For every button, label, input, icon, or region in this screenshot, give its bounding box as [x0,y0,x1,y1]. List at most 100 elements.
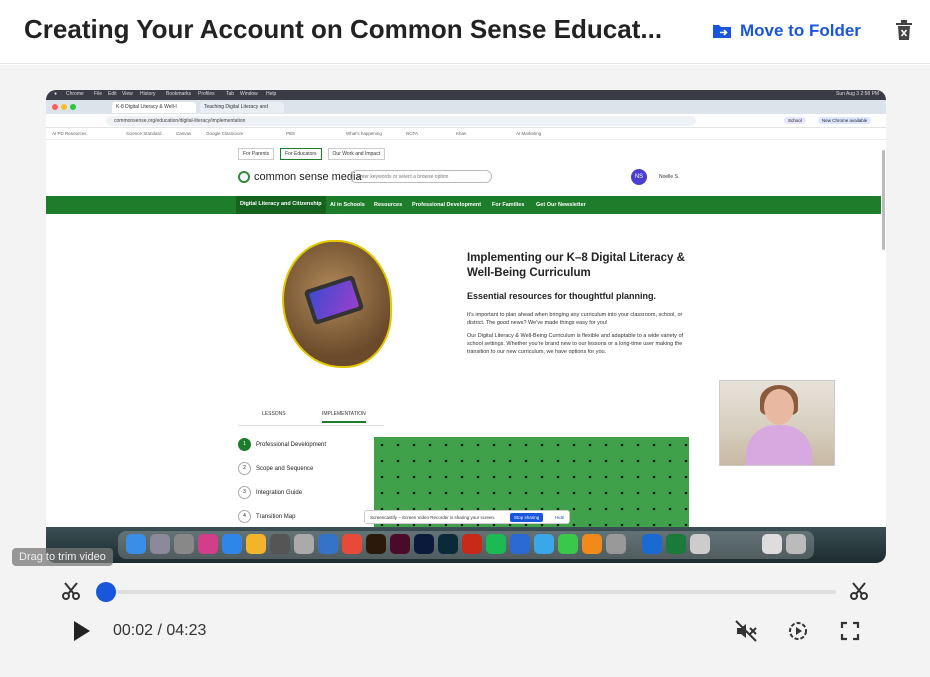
play-icon[interactable] [68,618,94,644]
video-frame[interactable]: ● Chrome File Edit View History Bookmark… [46,90,886,563]
step-label: Transition Map [256,513,296,520]
step-item: 3 Integration Guide [238,486,302,499]
site-header: For Parents For Educators Our Work and I… [46,140,886,198]
photoshop-icon [414,534,434,554]
address-bar: commonsense.org/education/digital-litera… [46,114,886,128]
site-audience-tabs: For Parents For Educators Our Work and I… [238,148,385,160]
hero-paragraph: It's important to plan ahead when bringi… [467,311,687,356]
site-nav-item: Professional Development [412,202,482,208]
time-display: 00:02 / 04:23 [113,622,207,639]
page-scrollbar [882,150,885,250]
site-nav-item: Resources [374,202,403,208]
playback-speed-icon[interactable] [786,619,810,643]
acrobat-icon [462,534,482,554]
fullscreen-icon[interactable] [838,619,862,643]
url-field: commonsense.org/education/digital-litera… [106,116,696,126]
browser-tab: K-8 Digital Literacy & Well-I [112,102,196,113]
bookmark: AI PD Resources [52,131,87,136]
timeline-playhead[interactable] [95,582,116,602]
spotify-icon [486,534,506,554]
bookmark: Google Classroom [206,131,244,136]
screen-share-bar: Screencastify – Screen Video Recorder is… [364,510,570,524]
step-label: Professional Development [256,441,327,448]
menubar-item: Edit [108,91,117,97]
step-item: 2 Scope and Sequence [238,462,313,475]
disk-utility-icon [690,534,710,554]
step-number: 3 [238,486,251,499]
site-nav: Digital Literacy and Citizenship AI in S… [46,196,881,214]
menubar-item: View [122,91,133,97]
preview-icon [606,534,626,554]
checkmark-logo-icon [238,171,250,183]
screencastify-icon [642,534,662,554]
keynote-icon [534,534,554,554]
timeline-track[interactable] [100,590,836,594]
lightroom-icon [438,534,458,554]
trash-icon[interactable] [893,18,915,42]
numbers-icon [558,534,578,554]
menubar-item: Tab [226,91,235,97]
browser-tab: Teaching Digital Literacy and [200,102,284,113]
settings-icon [174,534,194,554]
presenter-face [764,389,794,425]
safari-icon [222,534,242,554]
step-item: 4 Transition Map [238,510,295,523]
step-number: 1 [238,438,251,451]
move-to-folder-button[interactable]: Move to Folder [712,18,861,44]
chrome-icon [342,534,362,554]
mac-menubar: ● Chrome File Edit View History Bookmark… [46,90,886,100]
site-tab: Our Work and Impact [327,148,385,160]
bookmark: Canvas [176,131,192,136]
hero-subheading: Essential resources for thoughtful plann… [467,291,657,301]
trim-end-scissors-icon[interactable] [848,580,870,602]
menubar-item: History [140,91,156,97]
hero-heading: Implementing our K–8 Digital Literacy & … [467,252,685,279]
launchpad-icon [150,534,170,554]
bookmark: AI Marketing [516,131,542,136]
site-nav-item: For Families [492,202,525,208]
bookmark: What's happening [346,131,382,136]
close-window-icon [52,104,58,110]
video-page: Creating Your Account on Common Sense Ed… [0,0,930,677]
illustrator-icon [366,534,386,554]
creative-cloud-icon [198,534,218,554]
minimize-window-icon [61,104,67,110]
menubar-item: Window [240,91,258,97]
menubar-clock: Sun Aug 3 2:58 PM [836,91,880,97]
mac-dock [46,527,886,563]
profile-pill: School [784,117,806,124]
step-item: 1 Professional Development [238,438,326,451]
lesson-tabs: LESSONS IMPLEMENTATION [238,406,384,426]
bookmarks-bar: AI PD Resources Science Standard Canvas … [46,128,886,140]
outlook-icon [510,534,530,554]
header: Creating Your Account on Common Sense Ed… [0,0,930,64]
logo-text: common sense media [254,171,362,183]
hero-paragraph-1: It's important to plan ahead when bringi… [467,312,683,326]
zoom-window-icon [70,104,76,110]
tab-implementation: IMPLEMENTATION [322,411,366,423]
hero-image [282,240,392,368]
menubar-item: Chrome [66,91,84,97]
site-nav-item: Digital Literacy and Citizenship [236,196,326,214]
zoom-app-icon [318,534,338,554]
step-number: 2 [238,462,251,475]
video-player: ● Chrome File Edit View History Bookmark… [0,65,930,677]
user-name: Noelle S. [659,174,680,180]
photos-icon [246,534,266,554]
menubar-item: Profiles [198,91,215,97]
step-number: 4 [238,510,251,523]
page-title: Creating Your Account on Common Sense Ed… [24,14,663,44]
downloads-icon [762,534,782,554]
site-logo: common sense media [238,171,362,183]
site-tab: For Educators [280,148,322,160]
trim-start-scissors-icon[interactable] [60,580,82,602]
mute-icon[interactable] [734,619,758,643]
site-nav-item: Get Our Newsletter [536,202,586,208]
finder-icon [126,534,146,554]
textedit-icon [294,534,314,554]
bookmark: Science Standard [126,131,162,136]
webcam-overlay [719,380,835,466]
pages-icon [582,534,602,554]
hero-paragraph-2: Our Digital Literacy & Well-Being Curric… [467,333,684,355]
site-nav-item: AI in Schools [330,202,365,208]
